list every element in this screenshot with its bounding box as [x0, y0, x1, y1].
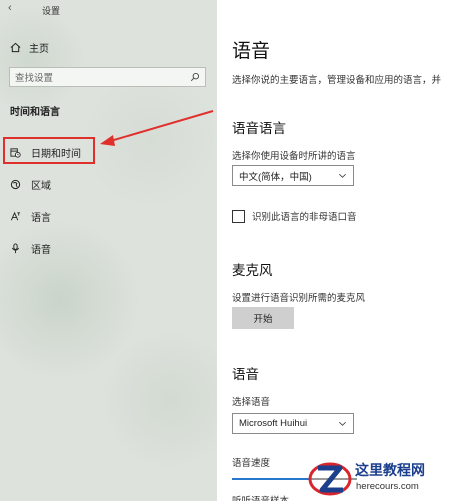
app-title: 设置 [42, 6, 61, 16]
chevron-down-icon [339, 173, 346, 178]
search-icon[interactable] [190, 72, 200, 82]
speech-language-value: 中文(简体，中国) [239, 171, 312, 183]
speech-language-dropdown[interactable]: 中文(简体，中国) [232, 165, 354, 186]
main-content: 语音 选择你说的主要语言，管理设备和应用的语言，并 语音语言 选择你使用设备时所… [217, 0, 451, 501]
watermark-text: 这里教程网 [355, 463, 425, 479]
title-bar: ‹ 设置 [0, 0, 217, 20]
page-description: 选择你说的主要语言，管理设备和应用的语言，并 [232, 75, 442, 86]
sidebar-item-date-time[interactable]: 日期和时间 [10, 145, 81, 160]
search-placeholder: 查找设置 [15, 73, 54, 84]
language-icon [10, 211, 21, 221]
sidebar-item-label: 语言 [31, 213, 51, 224]
microphone-label: 设置进行语音识别所需的麦克风 [232, 293, 366, 304]
microphone-icon [11, 243, 20, 254]
page-title: 语音 [232, 41, 271, 62]
slider-fill [232, 478, 310, 480]
sidebar-item-label: 区域 [31, 181, 51, 192]
section-title: 时间和语言 [10, 107, 60, 118]
globe-region-icon [10, 179, 21, 190]
voice-select-label: 选择语音 [232, 397, 271, 408]
sidebar-item-language[interactable]: 语言 [10, 209, 51, 224]
sidebar: ‹ 设置 主页 查找设置 时间和语言 日期和时间 区域 语言 语音 [0, 0, 217, 501]
voice-heading: 语音 [232, 367, 259, 382]
sidebar-item-label: 日期和时间 [31, 149, 81, 160]
non-native-accent-checkbox[interactable] [232, 209, 245, 223]
speech-language-label: 选择你使用设备时所讲的语言 [232, 151, 356, 162]
non-native-accent-label: 识别此语言的非母语口音 [252, 212, 357, 223]
watermark: 这里教程网 herecours.com [302, 456, 451, 501]
back-arrow-icon[interactable]: ‹ [8, 2, 12, 14]
voice-preview-label: 听听语音样本 [232, 493, 289, 501]
voice-value: Microsoft Huihui [239, 418, 308, 429]
home-icon [10, 42, 21, 53]
annotation-arrow [100, 110, 214, 146]
sidebar-item-region[interactable]: 区域 [10, 177, 51, 192]
search-input[interactable]: 查找设置 [9, 67, 206, 87]
sidebar-home[interactable]: 主页 [10, 40, 49, 55]
sidebar-item-label: 语音 [31, 245, 51, 256]
home-label: 主页 [29, 44, 49, 55]
chevron-down-icon [339, 421, 346, 426]
speech-language-heading: 语音语言 [232, 121, 286, 136]
sidebar-item-speech[interactable]: 语音 [10, 241, 51, 256]
calendar-clock-icon [10, 148, 21, 158]
voice-speed-label: 语音速度 [232, 458, 271, 469]
start-button[interactable]: 开始 [232, 307, 294, 329]
non-native-accent-option[interactable]: 识别此语言的非母语口音 [232, 209, 357, 223]
site-logo-icon [308, 462, 352, 496]
microphone-heading: 麦克风 [232, 263, 273, 278]
watermark-url: herecours.com [356, 481, 419, 492]
voice-dropdown[interactable]: Microsoft Huihui [232, 413, 354, 434]
